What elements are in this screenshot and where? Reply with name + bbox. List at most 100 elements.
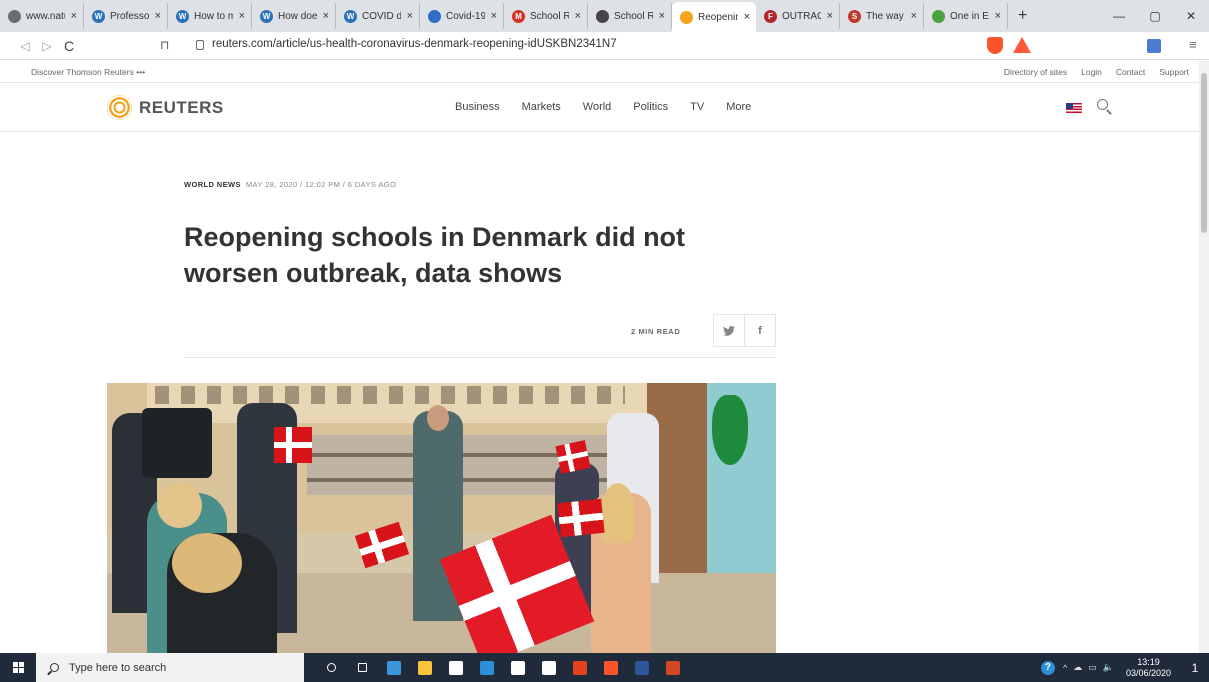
tab-close-icon[interactable]: × bbox=[575, 10, 581, 22]
browser-tab[interactable]: www.natu × bbox=[0, 3, 84, 29]
start-button[interactable] bbox=[0, 653, 36, 682]
taskbar-app-brave[interactable] bbox=[595, 653, 626, 682]
tab-favicon-icon bbox=[596, 9, 609, 23]
article-kicker: WORLD NEWS MAY 28, 2020 / 12:02 PM / 6 D… bbox=[184, 180, 396, 189]
browser-tab[interactable]: W How to m × bbox=[168, 3, 252, 29]
browser-tab[interactable]: S The way × bbox=[840, 3, 924, 29]
browser-tab[interactable]: F OUTRAGE × bbox=[756, 3, 840, 29]
nav-item-markets[interactable]: Markets bbox=[522, 101, 561, 113]
window-controls: — ▢ ✕ bbox=[1101, 0, 1209, 32]
browser-tab[interactable]: M School Re × bbox=[504, 3, 588, 29]
tab-close-icon[interactable]: × bbox=[491, 10, 497, 22]
taskbar-app-cortana[interactable] bbox=[316, 653, 347, 682]
bookmark-icon[interactable]: ⊓ bbox=[160, 38, 169, 52]
tab-close-icon[interactable]: × bbox=[911, 10, 917, 22]
network-icon[interactable]: ▭ bbox=[1088, 662, 1097, 673]
help-icon[interactable]: ? bbox=[1040, 660, 1055, 675]
volume-icon[interactable]: 🔈 bbox=[1103, 662, 1114, 673]
store-icon bbox=[448, 660, 463, 675]
nav-item-tv[interactable]: TV bbox=[690, 101, 704, 113]
browser-tab[interactable]: One in Ev × bbox=[924, 3, 1008, 29]
utility-link[interactable]: Login bbox=[1081, 67, 1102, 77]
tab-favicon-icon: W bbox=[92, 9, 105, 23]
brave-shield-icon[interactable] bbox=[987, 37, 1003, 54]
tab-close-icon[interactable]: × bbox=[155, 10, 161, 22]
extension-icon[interactable] bbox=[1147, 39, 1161, 53]
tab-favicon-icon bbox=[8, 9, 21, 23]
windows-icon bbox=[12, 662, 24, 673]
article-dateline: MAY 28, 2020 / 12:02 PM / 6 DAYS AGO bbox=[245, 180, 397, 189]
close-window-button[interactable]: ✕ bbox=[1173, 0, 1209, 32]
nav-item-business[interactable]: Business bbox=[455, 101, 500, 113]
article-photo[interactable] bbox=[107, 383, 776, 653]
tab-title: One in Ev bbox=[950, 10, 989, 22]
tab-close-icon[interactable]: × bbox=[995, 10, 1001, 22]
minimize-button[interactable]: — bbox=[1101, 0, 1137, 32]
reuters-logo-icon[interactable] bbox=[107, 95, 132, 120]
maximize-button[interactable]: ▢ bbox=[1137, 0, 1173, 32]
tab-close-icon[interactable]: × bbox=[744, 11, 750, 23]
tab-title: School Re bbox=[530, 10, 569, 22]
taskbar-app-mail[interactable] bbox=[471, 653, 502, 682]
taskbar-app-word[interactable] bbox=[626, 653, 657, 682]
browser-tab[interactable]: W COVID de × bbox=[336, 3, 420, 29]
utility-link[interactable]: Support bbox=[1159, 67, 1189, 77]
tab-favicon-icon: W bbox=[176, 9, 189, 23]
dropbox-icon bbox=[510, 660, 525, 675]
nav-item-world[interactable]: World bbox=[583, 101, 612, 113]
taskbar-app-file-explorer[interactable] bbox=[409, 653, 440, 682]
article-headline: Reopening schools in Denmark did not wor… bbox=[184, 222, 686, 288]
tab-title: COVID de bbox=[362, 10, 401, 22]
onedrive-icon[interactable]: ☁ bbox=[1073, 662, 1082, 673]
twitter-share-icon[interactable] bbox=[714, 315, 745, 346]
nav-item-more[interactable]: More bbox=[726, 101, 751, 113]
back-button[interactable]: ◁ bbox=[14, 39, 36, 53]
reload-button[interactable]: C bbox=[58, 38, 80, 54]
facebook-share-icon[interactable]: f bbox=[745, 315, 775, 346]
taskbar-app-task-view[interactable] bbox=[347, 653, 378, 682]
taskbar-app-dropbox[interactable] bbox=[502, 653, 533, 682]
browser-tab[interactable]: Covid-19 × bbox=[420, 3, 504, 29]
taskbar-app-winamp[interactable] bbox=[533, 653, 564, 682]
browser-tab[interactable]: W Professor × bbox=[84, 3, 168, 29]
section-link[interactable]: WORLD NEWS bbox=[184, 180, 241, 189]
tab-close-icon[interactable]: × bbox=[239, 10, 245, 22]
tab-close-icon[interactable]: × bbox=[827, 10, 833, 22]
scrollbar-thumb[interactable] bbox=[1201, 73, 1207, 233]
nav-item-politics[interactable]: Politics bbox=[633, 101, 668, 113]
brave-rewards-icon[interactable] bbox=[1013, 37, 1031, 53]
taskbar-clock[interactable]: 13:19 03/06/2020 bbox=[1126, 657, 1171, 679]
browser-menu-button[interactable]: ≡ bbox=[1189, 37, 1197, 52]
forward-button[interactable]: ▷ bbox=[36, 39, 58, 53]
share-buttons: f bbox=[713, 314, 776, 347]
cortana-icon bbox=[327, 663, 336, 672]
page-scrollbar[interactable] bbox=[1199, 61, 1209, 653]
discover-thomson-reuters-link[interactable]: Discover Thomson Reuters ••• bbox=[31, 67, 145, 77]
browser-tab[interactable]: School Re × bbox=[588, 3, 672, 29]
taskbar-app-store[interactable] bbox=[440, 653, 471, 682]
reuters-logo-text[interactable]: REUTERS bbox=[139, 98, 224, 118]
new-tab-button[interactable]: + bbox=[1008, 7, 1037, 25]
taskbar-app-edge[interactable] bbox=[378, 653, 409, 682]
tab-title: School Re bbox=[614, 10, 653, 22]
us-flag-icon[interactable] bbox=[1066, 103, 1082, 113]
main-nav: Business Markets World Politics TV More bbox=[455, 101, 751, 113]
url-bar[interactable]: reuters.com/article/us-health-coronaviru… bbox=[212, 38, 617, 50]
tab-close-icon[interactable]: × bbox=[659, 10, 665, 22]
taskbar-app-office[interactable] bbox=[564, 653, 595, 682]
tab-favicon-icon: W bbox=[260, 9, 273, 23]
tab-close-icon[interactable]: × bbox=[71, 10, 77, 22]
search-icon[interactable] bbox=[1097, 99, 1108, 110]
tab-close-icon[interactable]: × bbox=[323, 10, 329, 22]
utility-link[interactable]: Contact bbox=[1116, 67, 1145, 77]
notification-center-icon[interactable]: 1 bbox=[1181, 653, 1209, 682]
tab-title: Professor bbox=[110, 10, 149, 22]
brave-icon bbox=[603, 660, 618, 675]
tray-chevron-icon[interactable]: ^ bbox=[1063, 663, 1067, 673]
browser-tab-active[interactable]: Reopenin × bbox=[672, 2, 756, 32]
utility-link[interactable]: Directory of sites bbox=[1004, 67, 1067, 77]
taskbar-app-powerpoint[interactable] bbox=[657, 653, 688, 682]
taskbar-search[interactable]: Type here to search bbox=[36, 653, 304, 682]
tab-close-icon[interactable]: × bbox=[407, 10, 413, 22]
browser-tab[interactable]: W How does × bbox=[252, 3, 336, 29]
